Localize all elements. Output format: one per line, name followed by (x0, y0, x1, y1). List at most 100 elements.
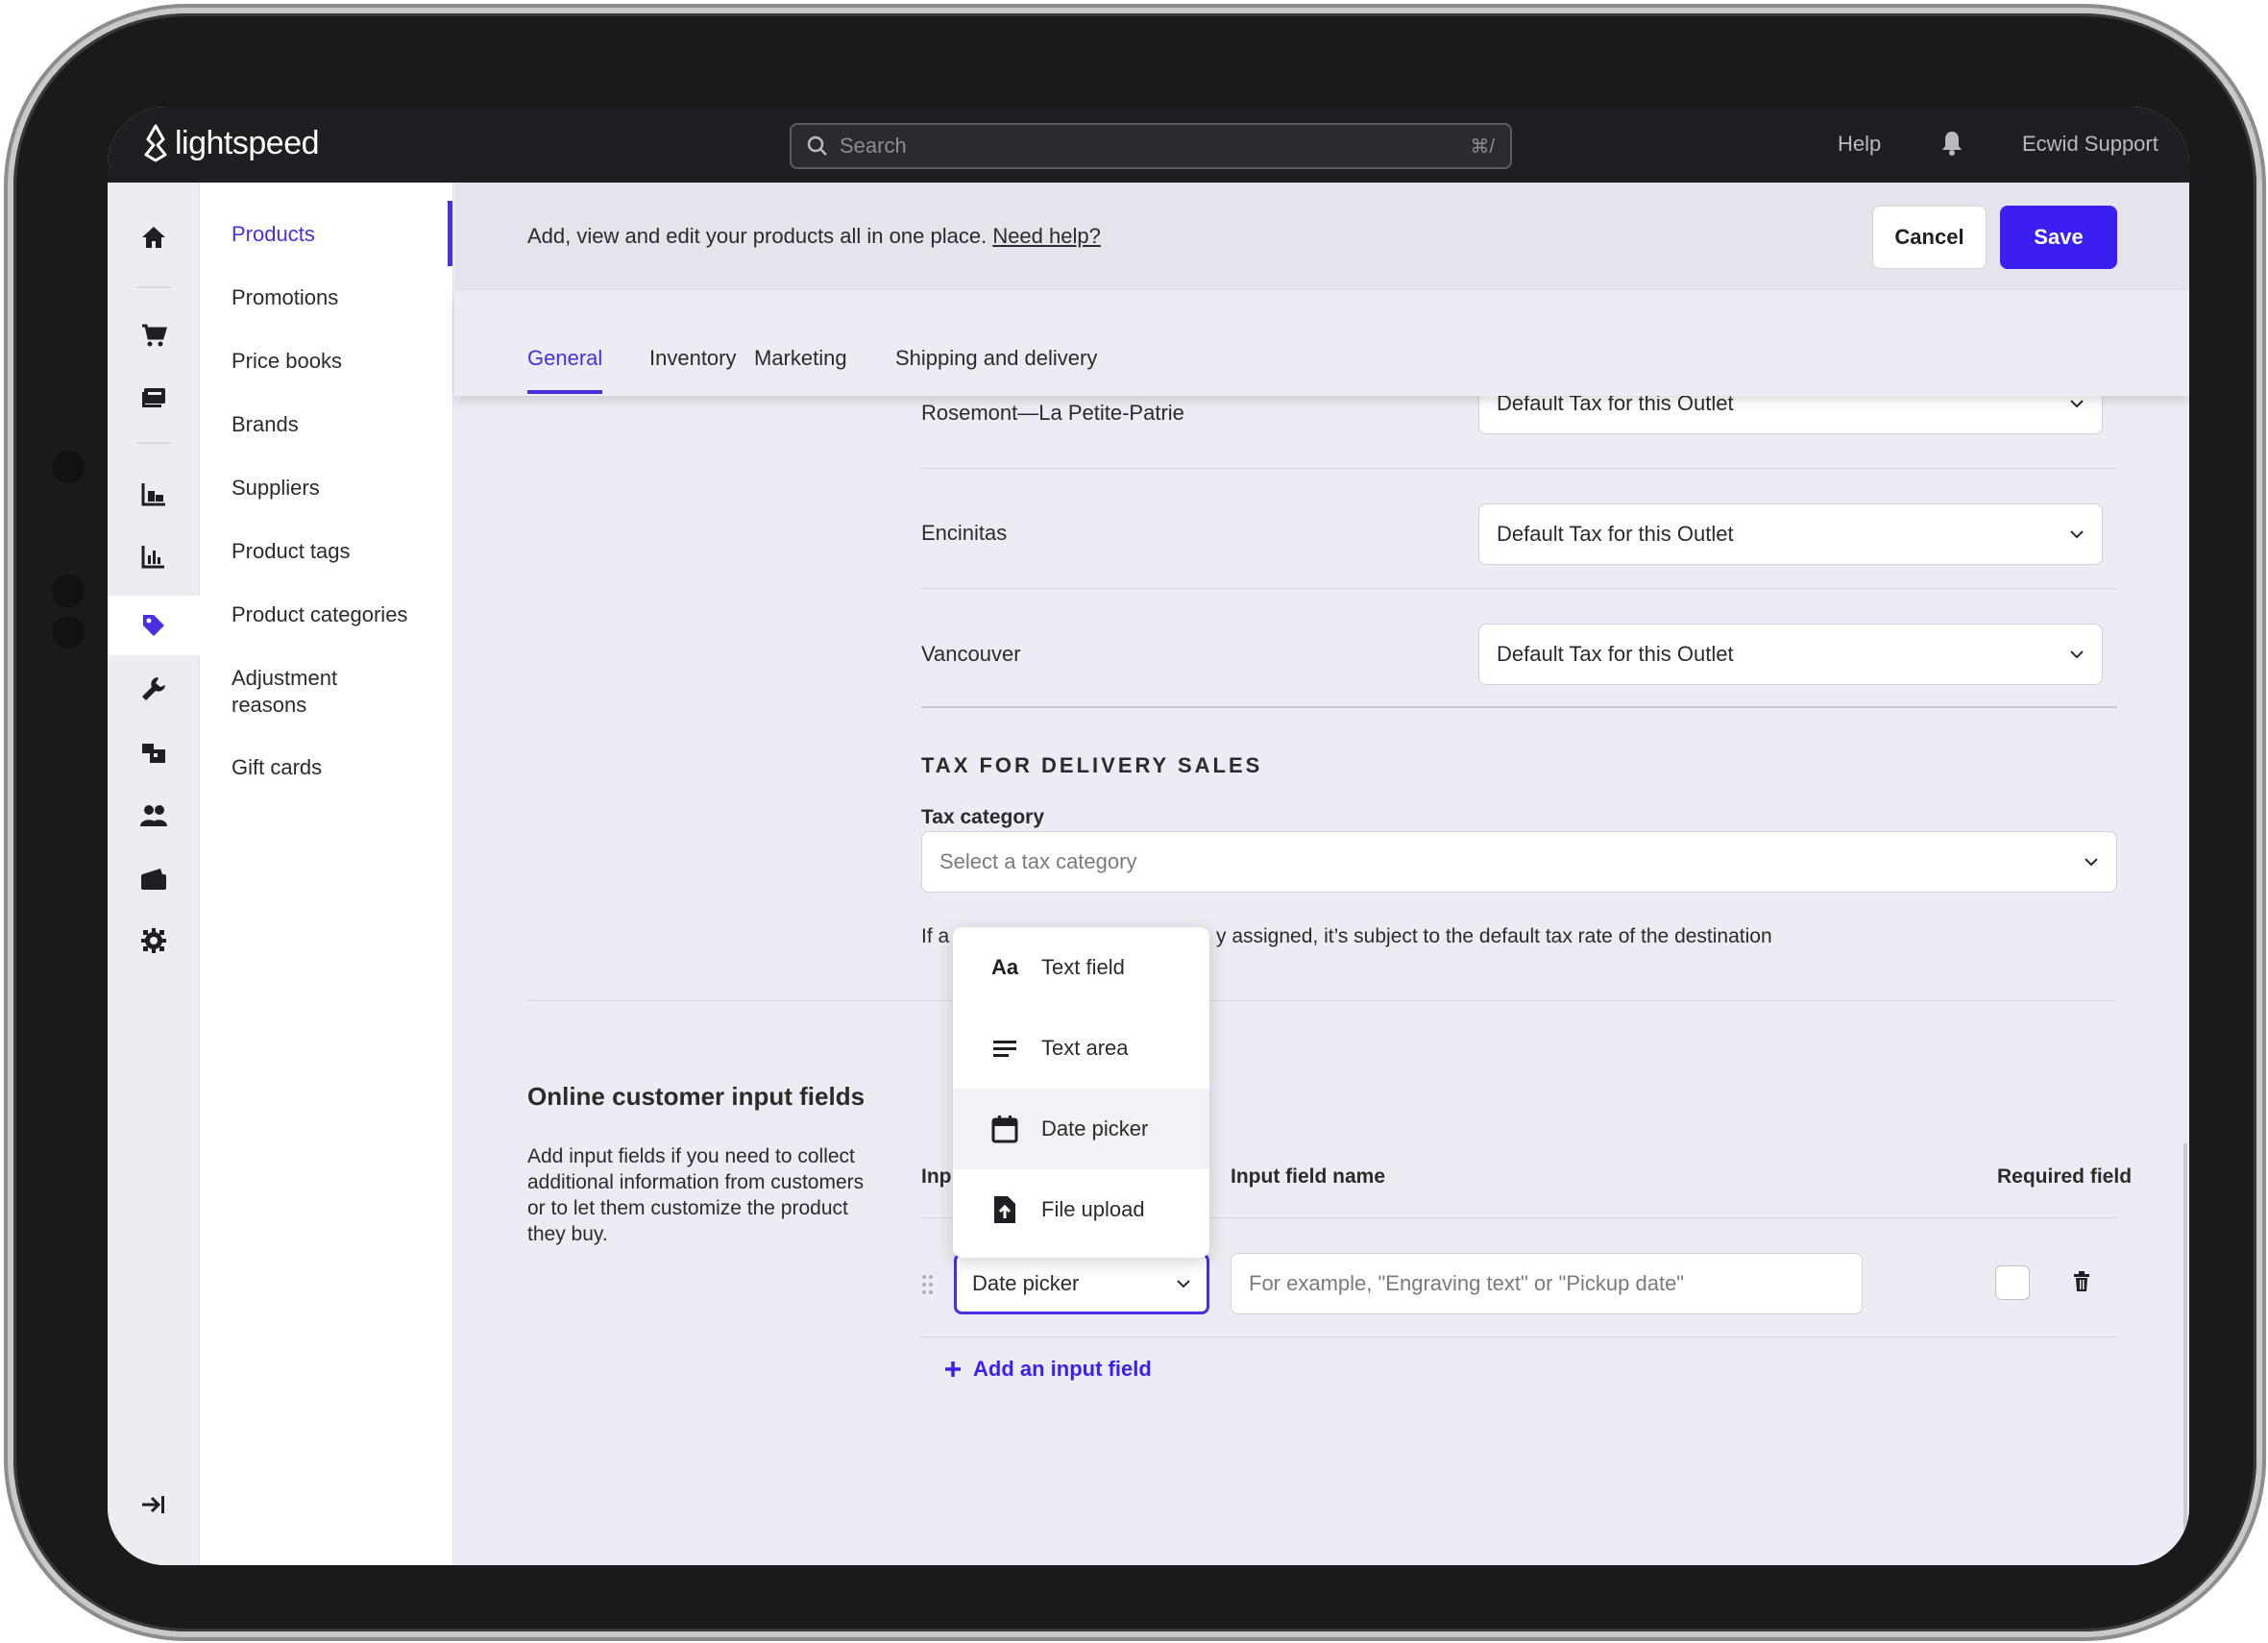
outlet-name: Encinitas (921, 521, 1008, 545)
section-divider (527, 1000, 2117, 1001)
chevron-down-icon (2070, 530, 2084, 539)
outlet-tax-value: Default Tax for this Outlet (1497, 522, 1734, 546)
subnav-item-product-categories[interactable]: Product categories (232, 601, 433, 628)
menu-item-date-picker[interactable]: Date picker (953, 1089, 1209, 1169)
wrench-icon[interactable] (134, 669, 174, 709)
settings-icon[interactable] (134, 920, 174, 961)
tab-general[interactable]: General (527, 346, 602, 371)
tax-category-placeholder: Select a tax category (939, 849, 1137, 873)
tax-helper-text-start: If a (921, 925, 950, 947)
main-content: Add, view and edit your products all in … (454, 183, 2189, 1565)
column-header-required: Required field (1997, 1165, 2133, 1188)
chevron-down-icon (1177, 1280, 1190, 1288)
menu-item-text-area[interactable]: Text area (953, 1008, 1209, 1089)
outlet-tax-select[interactable]: Default Tax for this Outlet (1478, 624, 2103, 685)
text-field-icon: Aa (990, 955, 1019, 979)
tab-active-underline (527, 390, 602, 394)
chevron-down-icon (2070, 399, 2084, 407)
file-upload-icon (989, 1194, 1020, 1225)
cancel-button[interactable]: Cancel (1872, 206, 1987, 269)
subnav-item-suppliers[interactable]: Suppliers (232, 475, 433, 502)
subnav-item-brands[interactable]: Brands (232, 411, 433, 438)
rail-divider (136, 442, 171, 444)
need-help-link[interactable]: Need help? (992, 224, 1101, 248)
menu-item-label: Text area (1041, 1036, 1129, 1060)
add-input-field-button[interactable]: Add an input field (944, 1357, 1152, 1382)
tab-inventory[interactable]: Inventory (649, 346, 737, 371)
register-icon[interactable] (134, 378, 174, 418)
tab-marketing[interactable]: Marketing (754, 346, 847, 371)
collapse-icon[interactable] (134, 1484, 174, 1525)
rail-divider (136, 286, 171, 288)
subnav-item-products[interactable]: Products (232, 221, 433, 248)
menu-item-label: Text field (1041, 955, 1125, 979)
add-input-field-label: Add an input field (973, 1357, 1152, 1381)
stores-icon[interactable] (134, 732, 174, 772)
page-header: Add, view and edit your products all in … (454, 183, 2189, 290)
menu-item-text-field[interactable]: Aa Text field (953, 927, 1209, 1008)
search-shortcut: ⌘/ (1470, 135, 1495, 158)
tab-shipping-and-delivery[interactable]: Shipping and delivery (895, 346, 1097, 371)
row-divider (921, 588, 2117, 589)
outlet-name: Rosemont—La Petite-Patrie (921, 401, 1184, 425)
input-field-name-input[interactable] (1231, 1253, 1863, 1314)
scrollbar[interactable] (2183, 1143, 2187, 1547)
search-placeholder: Search (840, 134, 907, 158)
tax-category-select[interactable]: Select a tax category (921, 831, 2117, 893)
outlet-tax-value: Default Tax for this Outlet (1497, 642, 1734, 666)
search-input[interactable]: Search ⌘/ (790, 123, 1512, 169)
camera-dot (52, 616, 85, 649)
inventory-icon[interactable] (134, 475, 174, 515)
save-button[interactable]: Save (2000, 206, 2117, 269)
input-type-value: Date picker (972, 1271, 1080, 1295)
flame-icon (144, 124, 167, 162)
cart-icon[interactable] (134, 315, 174, 356)
wallet-icon[interactable] (134, 859, 174, 899)
section-divider (921, 706, 2117, 708)
plus-icon (945, 1361, 961, 1377)
reports-icon[interactable] (134, 536, 174, 576)
required-field-checkbox[interactable] (1995, 1265, 2030, 1300)
input-type-select[interactable]: Date picker (954, 1253, 1209, 1314)
drag-handle-icon[interactable] (921, 1274, 935, 1300)
customers-icon[interactable] (134, 796, 174, 836)
camera-dot (52, 451, 85, 483)
page-description-text: Add, view and edit your products all in … (527, 224, 988, 248)
tab-bar: General Inventory Marketing Shipping and… (454, 290, 2189, 396)
logo-text: lightspeed (175, 124, 320, 161)
column-header-name: Input field name (1231, 1165, 1386, 1188)
tax-helper-text-end: y assigned, it’s subject to the default … (1216, 925, 1772, 947)
subnav-item-adjustment-reasons[interactable]: Adjustment reasons (232, 665, 356, 719)
tag-icon[interactable] (134, 605, 174, 646)
subnav-item-product-tags[interactable]: Product tags (232, 538, 433, 565)
subnav-item-price-books[interactable]: Price books (232, 348, 433, 375)
outlet-name: Vancouver (921, 642, 1021, 666)
products-subnav: Products Promotions Price books Brands S… (200, 183, 453, 1565)
menu-item-label: Date picker (1041, 1116, 1149, 1140)
subnav-item-promotions[interactable]: Promotions (232, 284, 433, 311)
column-header-type: Inp (921, 1165, 952, 1188)
page-description: Add, view and edit your products all in … (527, 224, 1101, 249)
row-divider (921, 1336, 2117, 1337)
tablet-frame: lightspeed Search ⌘/ Help Ecwid Support (13, 13, 2256, 1631)
outlet-tax-select[interactable]: Default Tax for this Outlet (1478, 503, 2103, 565)
menu-item-file-upload[interactable]: File upload (953, 1169, 1209, 1250)
icon-rail (108, 183, 200, 1565)
home-icon[interactable] (134, 217, 174, 257)
search-icon (807, 135, 827, 156)
row-divider (921, 468, 2117, 469)
help-link[interactable]: Help (1838, 132, 1881, 157)
trash-icon[interactable] (2073, 1271, 2090, 1297)
text-area-icon (989, 1033, 1020, 1064)
lightspeed-logo[interactable]: lightspeed (142, 124, 320, 162)
camera-dot (52, 575, 85, 607)
online-fields-description: Add input fields if you need to collect … (527, 1145, 865, 1245)
calendar-icon (989, 1114, 1020, 1144)
tax-category-label: Tax category (921, 806, 1044, 828)
bell-icon[interactable] (1940, 130, 1963, 161)
subnav-item-gift-cards[interactable]: Gift cards (232, 754, 433, 781)
section-title: TAX FOR DELIVERY SALES (921, 753, 1263, 777)
user-menu[interactable]: Ecwid Support (2022, 132, 2158, 157)
input-type-menu: Aa Text field Text area Date picker File… (953, 927, 1209, 1258)
subnav-active-indicator (448, 201, 452, 266)
